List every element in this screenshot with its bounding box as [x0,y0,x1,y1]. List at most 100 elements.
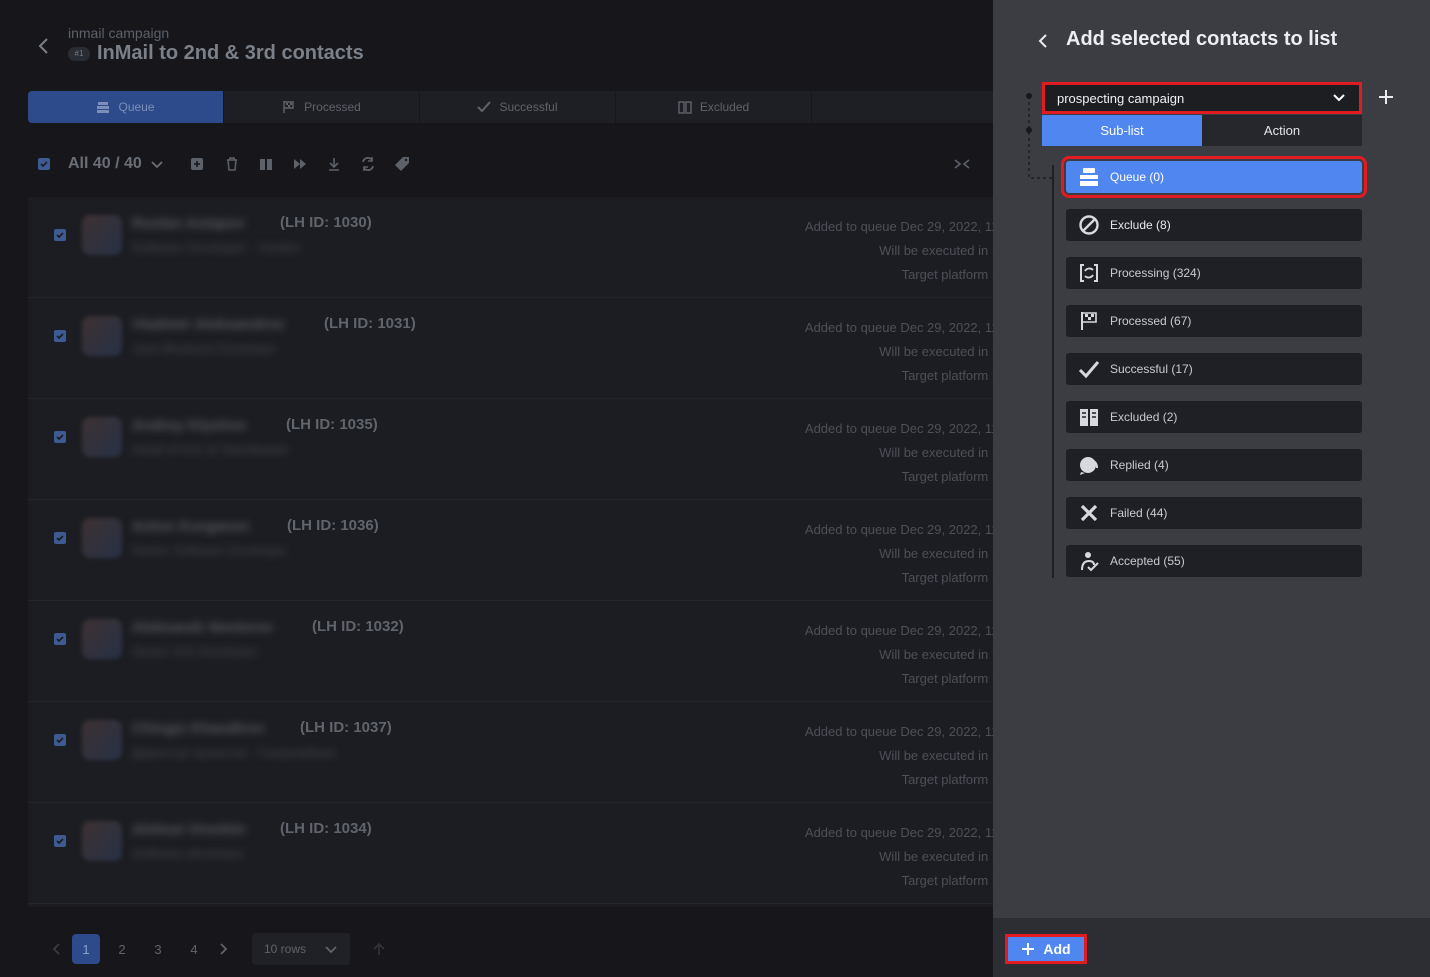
failed-icon [1080,504,1098,522]
chevron-down-icon[interactable] [150,157,164,171]
campaign-select[interactable]: prospecting campaign [1042,82,1362,114]
row-checkbox[interactable] [54,734,66,746]
sub-list-label: Processing (324) [1110,266,1201,280]
segment-sub-list[interactable]: Sub-list [1042,115,1202,146]
row-status: Added to queue Dec 29, 2022, 11: Will be… [805,619,993,691]
collapse-icon[interactable] [954,157,970,171]
table-row[interactable]: Ruslan Astapov (LH ID: 1030) Software De… [28,197,993,298]
contact-lh-id: (LH ID: 1035) [286,416,378,433]
sub-list-item-processed[interactable]: Processed (67) [1066,305,1362,337]
sub-list-label: Excluded (2) [1110,410,1178,424]
tab-successful[interactable]: Successful [420,91,616,123]
select-all-checkbox[interactable] [38,158,50,170]
execution-text: Will be executed in Li [879,849,993,864]
add-button[interactable]: Add [1005,934,1087,964]
table-row[interactable]: Andrey Klyshov (LH ID: 1035) Head of iOS… [28,399,993,500]
row-checkbox[interactable] [54,633,66,645]
added-to-queue-text: Added to queue Dec 29, 2022, 11: [804,825,993,840]
execution-text: Will be executed in Li [879,243,993,258]
contact-headline: Software developer [132,846,245,861]
row-checkbox[interactable] [54,330,66,342]
page-3[interactable]: 3 [144,934,172,964]
sub-list-label: Accepted (55) [1110,554,1185,568]
excluded-icon [678,101,692,114]
sub-list-item-successful[interactable]: Successful (17) [1066,353,1362,385]
contact-headline: Senior Software Developer [132,543,288,558]
download-icon[interactable] [326,156,342,172]
campaign-view: inmail campaign #1 InMail to 2nd & 3rd c… [0,0,993,977]
tab-processed[interactable]: Processed [224,91,420,123]
added-to-queue-text: Added to queue Dec 29, 2022, 11: [804,522,993,537]
prev-page-icon[interactable] [50,942,64,956]
back-chevron-icon[interactable] [36,36,52,56]
target-platform-text: Target platform Li [901,267,993,282]
segment-action[interactable]: Action [1202,115,1362,146]
sub-list-item-failed[interactable]: Failed (44) [1066,497,1362,529]
page-1[interactable]: 1 [72,934,100,964]
checkmark-icon [56,232,64,239]
table-row[interactable]: Aleksei Oreshin (LH ID: 1034) Software d… [28,803,993,904]
processing-icon [1080,264,1098,282]
row-checkbox[interactable] [54,431,66,443]
table-row[interactable]: Anton Kurganov (LH ID: 1036) Senior Soft… [28,500,993,601]
tab-label: Queue [118,100,155,114]
target-platform-text: Target platform Li [901,772,993,787]
sub-list-item-queue[interactable]: Queue (0) [1061,156,1367,198]
contact-name: Chingiz Khandirov [132,720,265,737]
rows-per-page-select[interactable]: 10 rows [252,933,350,965]
execution-text: Will be executed in Li [879,748,993,763]
row-checkbox[interactable] [54,835,66,847]
row-checkbox[interactable] [54,229,66,241]
execution-text: Will be executed in Li [879,546,993,561]
chevron-down-icon [325,946,337,954]
queue-icon [97,102,110,113]
target-platform-text: Target platform Li [901,873,993,888]
checkmark-icon [56,737,64,744]
delete-icon[interactable] [224,156,240,172]
list-toolbar: All 40 / 40 [38,150,410,178]
row-checkbox[interactable] [54,532,66,544]
tab-excluded[interactable]: Excluded [616,91,812,123]
checkmark-icon [56,434,64,441]
sub-list-item-excluded[interactable]: Excluded (2) [1066,401,1362,433]
scroll-top-icon[interactable] [372,942,386,956]
sub-list-item-exclude[interactable]: Exclude (8) [1066,209,1362,241]
avatar [82,316,122,356]
add-to-list-panel: Add selected contacts to list prospectin… [993,0,1430,977]
list-type-toggle: Sub-list Action [1042,115,1362,146]
queue-icon [1080,168,1098,186]
table-row[interactable]: Aleksandr Nesterov (LH ID: 1032) Senior … [28,601,993,702]
sync-icon[interactable] [360,156,376,172]
row-status: Added to queue Dec 29, 2022, 11: Will be… [805,821,993,893]
exclude-icon[interactable] [258,156,274,172]
selection-count[interactable]: All 40 / 40 [68,155,142,173]
add-campaign-plus-icon[interactable] [1376,86,1396,108]
sub-list-item-accepted[interactable]: Accepted (55) [1066,545,1362,577]
tab-queue[interactable]: Queue [28,91,224,123]
contact-name: Andrey Klyshov [132,417,247,434]
sub-list-label: Queue (0) [1110,170,1165,184]
add-to-list-icon[interactable] [190,156,206,172]
tag-icon[interactable] [394,156,410,172]
chevron-down-icon [1333,94,1345,102]
back-chevron-icon[interactable] [1036,32,1050,50]
pagination: 1 2 3 4 10 rows [50,933,386,965]
sub-list-item-processing[interactable]: Processing (324) [1066,257,1362,289]
next-page-icon[interactable] [216,942,230,956]
contact-headline: Senior iOS Developer [132,644,258,659]
add-button-label: Add [1043,941,1071,957]
flag-icon [1081,312,1097,330]
plus-icon [1022,943,1035,955]
exclude-icon [1079,215,1099,235]
tab-more[interactable] [812,91,993,123]
sub-list-item-replied[interactable]: Replied (4) [1066,449,1362,481]
target-platform-text: Target platform Li [901,570,993,585]
sub-list-label: Failed (44) [1110,506,1168,520]
table-row[interactable]: Vladimir Aleksandrov (LH ID: 1031) Java … [28,298,993,399]
table-row[interactable]: Chingiz Khandirov (LH ID: 1037) Директор… [28,702,993,803]
page-2[interactable]: 2 [108,934,136,964]
page-4[interactable]: 4 [180,934,208,964]
avatar [82,417,122,457]
contact-headline: Java Backend Developer [132,341,277,356]
skip-icon[interactable] [292,156,308,172]
